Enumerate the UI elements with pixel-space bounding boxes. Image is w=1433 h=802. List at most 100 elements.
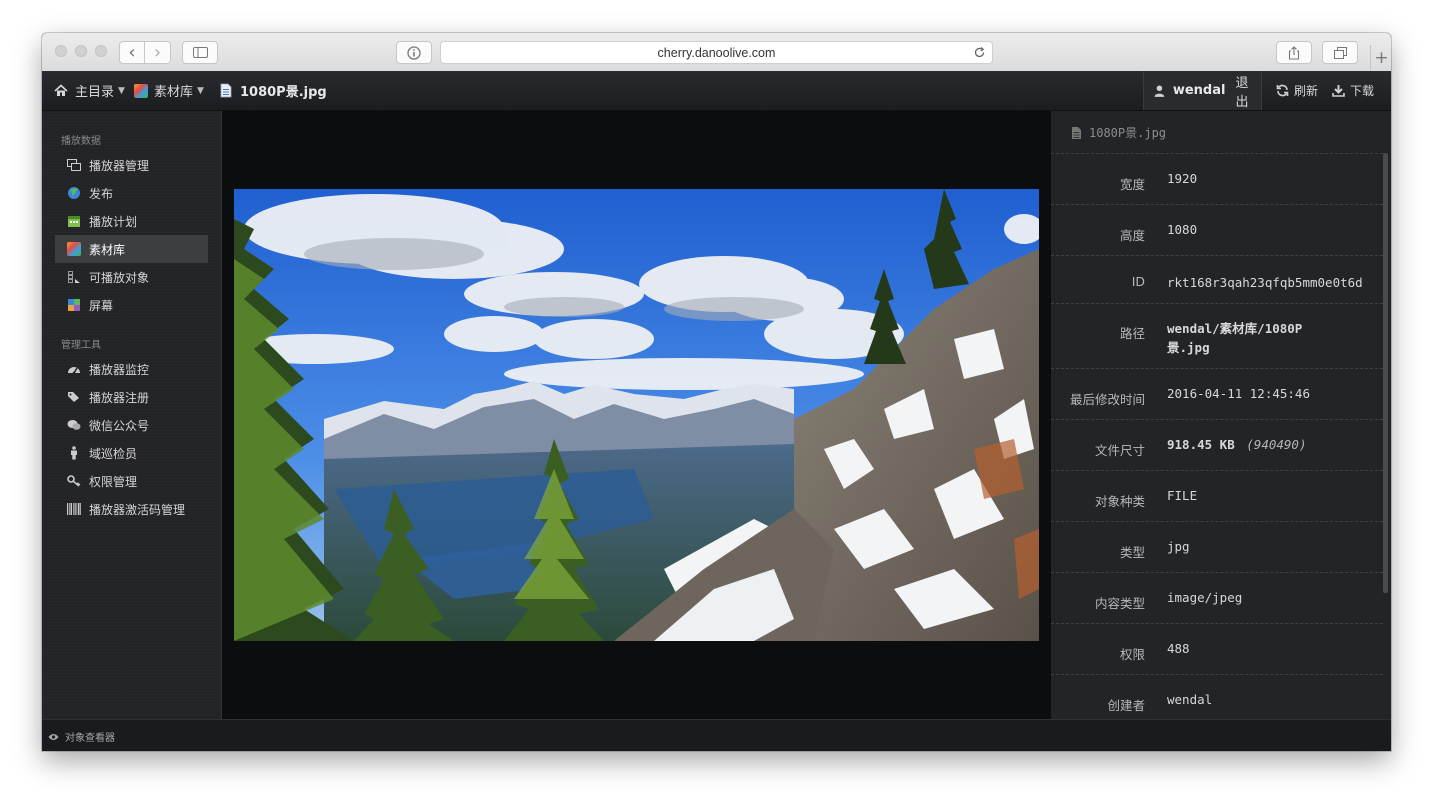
panel-title-text: 1080P景.jpg [1089,126,1167,140]
property-value: 1920 [1167,171,1198,186]
sidebar: 播放数据 播放器管理 发布 播放计划 素材库 可播放对象 屏幕 管理工具 播放器… [42,111,222,719]
top-navbar: 主目录 ▼ 素材库 ▼ 1080P景.jpg wendal 退出 刷新 下载 [42,71,1391,111]
sidebar-item-permissions[interactable]: 权限管理 [55,467,208,495]
size-value: 918.45 KB [1167,437,1235,452]
sidebar-item-label: 播放器监控 [89,362,150,377]
property-row-type: 类型 jpg [1051,521,1383,573]
home-menu[interactable]: 主目录 ▼ [54,71,125,110]
new-tab-button[interactable]: + [1370,45,1391,71]
barcode-icon [67,502,81,516]
key-icon [67,474,81,488]
wechat-icon [67,418,81,432]
size-bytes: (940490) [1246,437,1307,452]
address-bar[interactable]: cherry.danoolive.com [440,41,993,64]
tabs-icon [1333,46,1347,59]
page-info-button[interactable] [396,41,432,64]
sidebar-item-activation-codes[interactable]: 播放器激活码管理 [55,495,208,523]
reload-icon[interactable] [973,46,986,59]
user-menu[interactable]: wendal 退出 [1143,71,1262,110]
property-row-modified: 最后修改时间 2016-04-11 12:45:46 [1051,368,1383,420]
tabs-overview-button[interactable] [1322,41,1358,64]
property-label: 路径 [1119,326,1145,341]
file-properties-panel: 1080P景.jpg 宽度 1920 高度 1080 ID rkt168r3qa… [1051,111,1391,719]
property-value: wendal [1167,692,1213,707]
logout-link[interactable]: 退出 [1235,72,1261,110]
property-value: 488 [1167,641,1190,656]
download-button[interactable]: 下载 [1332,71,1374,110]
property-row-width: 宽度 1920 [1051,153,1383,205]
sidebar-item-player-register[interactable]: 播放器注册 [55,383,208,411]
sidebar-item-playable-objects[interactable]: 可播放对象 [55,263,208,291]
username-label: wendal [1172,83,1226,98]
property-label: 创建者 [1107,698,1145,713]
share-button[interactable] [1276,41,1312,64]
sidebar-item-label: 发布 [89,186,114,201]
object-viewer-label: 对象查看器 [48,729,115,744]
monitor-icon [67,158,81,172]
sidebar-item-label: 权限管理 [89,474,138,489]
sidebar-item-inspector[interactable]: 域巡检员 [55,439,208,467]
download-label: 下载 [1350,84,1375,98]
sidebar-item-label: 播放器注册 [89,390,150,405]
sidebar-item-screens[interactable]: 屏幕 [55,291,208,319]
sidebar-item-label: 微信公众号 [89,418,150,433]
refresh-icon [1276,84,1289,97]
share-icon [1288,45,1300,60]
file-icon [220,83,232,98]
download-icon [1332,85,1345,97]
property-value: 918.45 KB (940490) [1167,435,1377,454]
minimize-window-button[interactable] [75,45,87,57]
info-icon [407,45,421,60]
user-icon [1154,84,1165,97]
property-value: jpg [1167,539,1190,554]
property-value: rkt168r3qah23qfqb5mm0e0t6d [1167,275,1363,290]
dashboard-icon [67,362,81,376]
library-icon [67,242,81,256]
status-bar: 对象查看器 [42,719,1391,751]
screen-icon [67,298,81,312]
library-menu-label: 素材库 [154,85,194,100]
calendar-icon [67,214,81,228]
tags-icon [67,390,81,404]
library-icon [134,83,148,98]
refresh-button[interactable]: 刷新 [1276,71,1318,110]
sidebar-item-wechat[interactable]: 微信公众号 [55,411,208,439]
sidebar-item-player-management[interactable]: 播放器管理 [55,151,208,179]
browser-toolbar: ‹ › cherry.danoolive.com + [42,33,1391,72]
property-row-permission: 权限 488 [1051,623,1383,675]
panel-scrollbar[interactable] [1383,153,1388,593]
property-label: 权限 [1119,647,1145,662]
library-menu[interactable]: 素材库 ▼ [134,71,204,110]
property-label: 内容类型 [1094,596,1145,611]
property-row-height: 高度 1080 [1051,204,1383,256]
sidebar-item-library[interactable]: 素材库 [55,235,208,263]
sidebar-item-schedule[interactable]: 播放计划 [55,207,208,235]
property-label: 最后修改时间 [1069,392,1145,407]
status-label: 对象查看器 [65,733,115,744]
url-text: cherry.danoolive.com [657,46,776,60]
property-row-content-type: 内容类型 image/jpeg [1051,572,1383,624]
sidebar-toggle-button[interactable] [182,41,218,64]
image-preview [234,189,1039,641]
sidebar-item-label: 播放计划 [89,214,138,229]
person-icon [67,446,81,460]
sidebar-item-publish[interactable]: 发布 [55,179,208,207]
close-window-button[interactable] [55,45,67,57]
sidebar-item-label: 域巡检员 [89,446,138,461]
browser-window: ‹ › cherry.danoolive.com + 主目录 ▼ 素材库 ▼ 1… [42,33,1391,751]
sidebar-section-title: 播放数据 [61,136,101,147]
zoom-window-button[interactable] [95,45,107,57]
breadcrumb-current-file: 1080P景.jpg [220,71,327,110]
forward-button[interactable]: › [145,41,171,64]
property-value: 2016-04-11 12:45:46 [1167,386,1310,401]
chevron-left-icon: ‹ [128,41,136,63]
property-label: 文件尺寸 [1094,443,1145,458]
refresh-label: 刷新 [1294,84,1319,98]
property-row-path: 路径 wendal/素材库/1080P 景.jpg [1051,303,1383,369]
current-file-label: 1080P景.jpg [240,85,327,100]
property-row-id: ID rkt168r3qah23qfqb5mm0e0t6d [1051,255,1383,304]
sidebar-item-player-monitor[interactable]: 播放器监控 [55,355,208,383]
path-line-1: wendal/素材库/1080P [1167,321,1303,336]
back-button[interactable]: ‹ [119,41,145,64]
panel-title: 1080P景.jpg [1071,124,1166,141]
